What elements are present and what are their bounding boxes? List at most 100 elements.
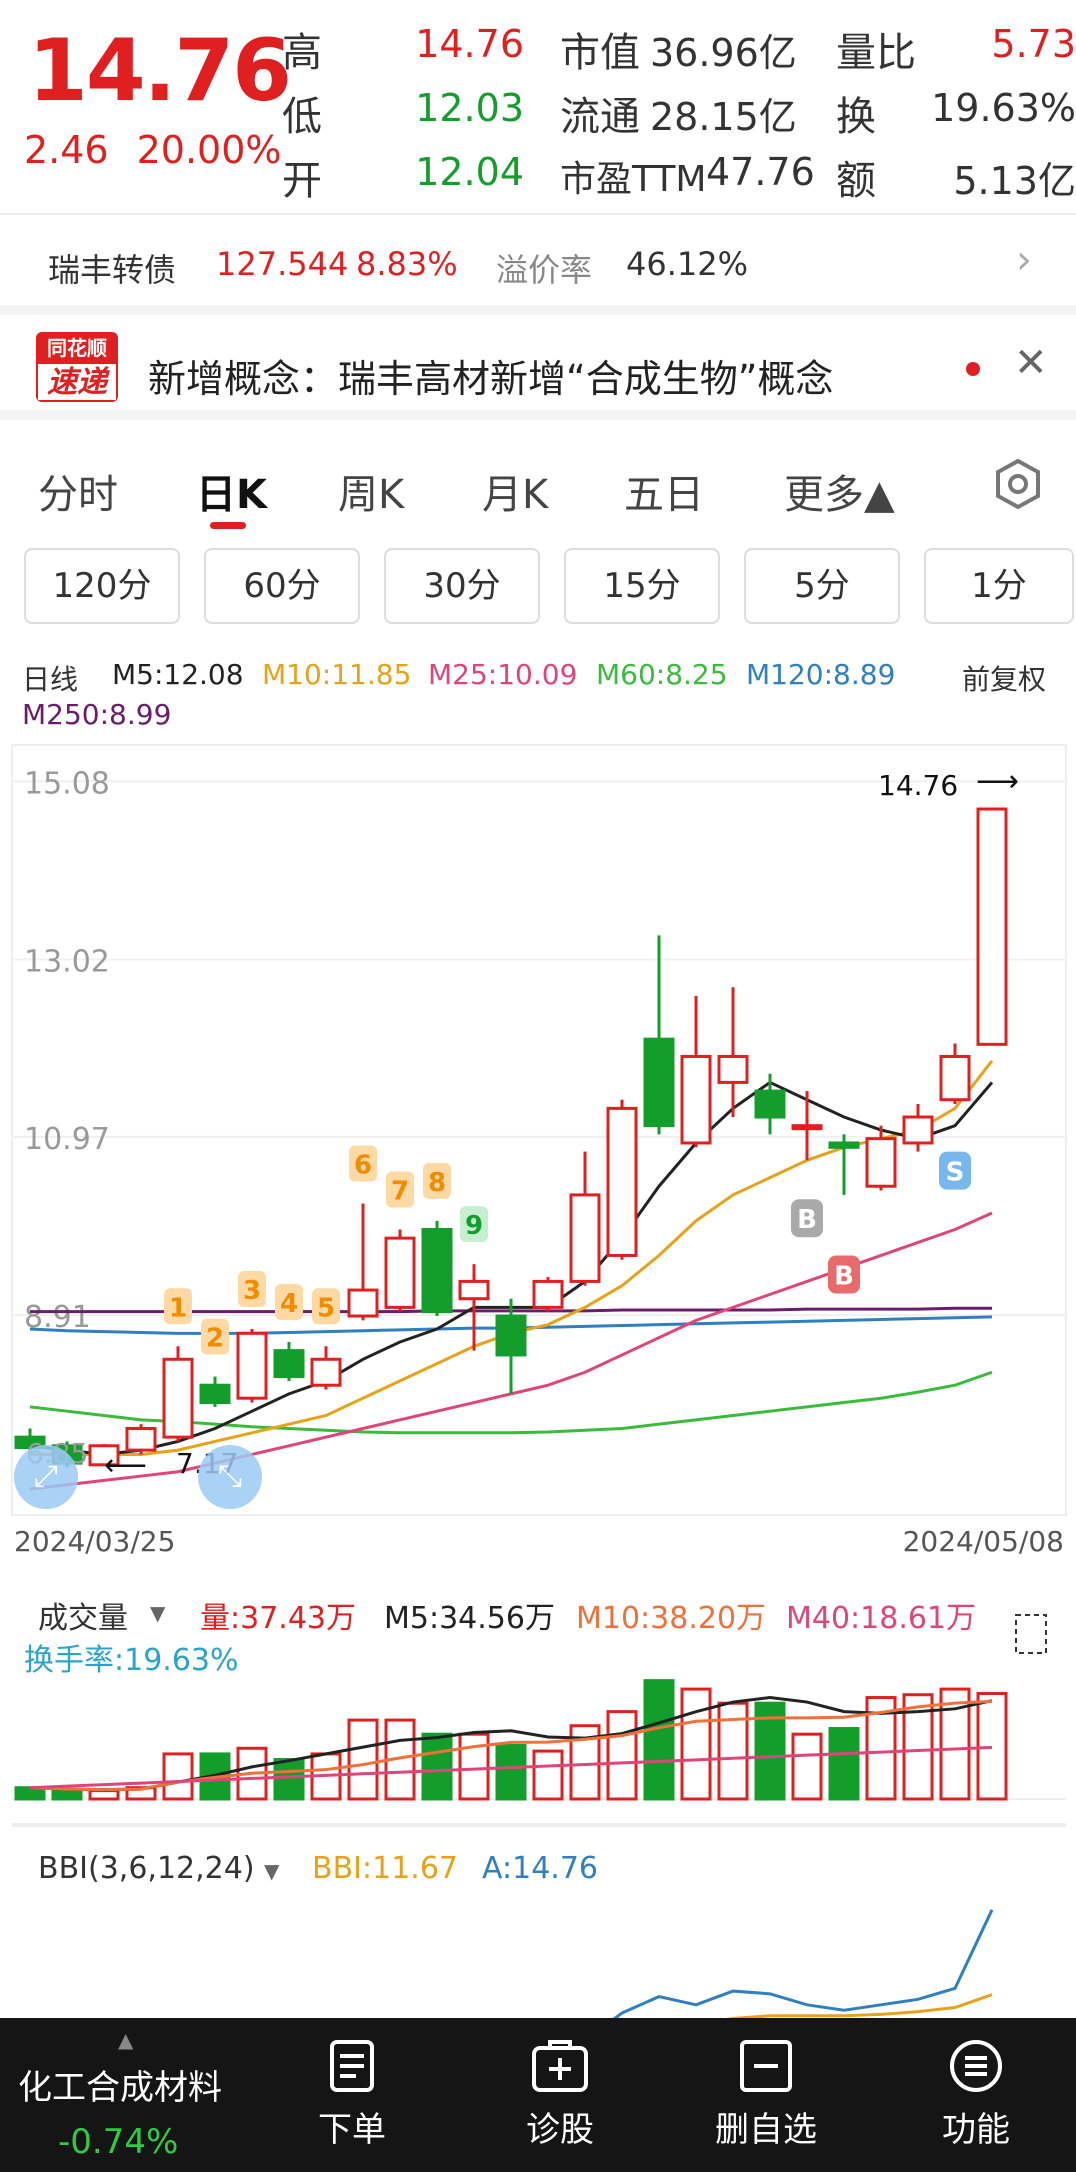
chart-tabs: 分时 日K 周K 月K 五日 更多▲ bbox=[0, 430, 1076, 530]
tab-weekly-k[interactable]: 周K bbox=[338, 462, 404, 520]
tab-monthly-k[interactable]: 月K bbox=[482, 462, 548, 520]
max-arrow-icon: ⟶ bbox=[976, 764, 1019, 799]
bond-pct: 8.83% bbox=[356, 245, 458, 283]
candle bbox=[310, 1357, 342, 1387]
volume-bar bbox=[643, 1679, 675, 1801]
tab-more[interactable]: 更多▲ bbox=[784, 462, 895, 520]
nav-diagnose-button[interactable]: 诊股 bbox=[490, 2038, 630, 2151]
dropdown-icon[interactable]: ▼ bbox=[150, 1601, 165, 1625]
tab-five-day[interactable]: 五日 bbox=[624, 462, 704, 520]
volume-m10: M10:38.20万 bbox=[576, 1601, 767, 1636]
volratio-value: 5.73 bbox=[991, 22, 1076, 66]
kline-chart[interactable]: 15.0813.0210.978.91123456789BBS14.76⟶⟵7.… bbox=[0, 735, 1076, 2086]
nav-function-button[interactable]: 功能 bbox=[906, 2038, 1046, 2151]
kline-chart-area[interactable]: 15.0813.0210.978.91123456789BBS14.76⟶⟵7.… bbox=[0, 735, 1076, 2086]
buy-marker-label: B bbox=[797, 1205, 817, 1235]
adjust-mode[interactable]: 前复权 bbox=[962, 658, 1046, 698]
candle bbox=[680, 1054, 712, 1145]
pe-label: 市盈TTM bbox=[560, 159, 707, 200]
candle bbox=[643, 1037, 675, 1128]
max-price-label: 14.76 bbox=[878, 769, 958, 802]
tab-intraday[interactable]: 分时 bbox=[38, 462, 118, 520]
convertible-bond-row[interactable]: 瑞丰转债 127.544 8.83% 溢价率 46.12% › bbox=[0, 215, 1076, 315]
volume-bar bbox=[791, 1732, 823, 1801]
sector-change: -0.74% bbox=[58, 2122, 179, 2162]
period-15min-button[interactable]: 15分 bbox=[564, 548, 720, 624]
period-60min-button[interactable]: 60分 bbox=[204, 548, 360, 624]
bbi-value: BBI:11.67 bbox=[312, 1851, 459, 1886]
candle bbox=[939, 1054, 971, 1102]
volume-bar bbox=[606, 1710, 638, 1801]
current-price: 14.76 bbox=[28, 21, 292, 121]
caret-up-icon[interactable]: ▲ bbox=[118, 2028, 133, 2052]
signal-label: 1 bbox=[169, 1293, 187, 1323]
candle bbox=[976, 807, 1008, 1046]
minus-square-icon bbox=[740, 2040, 792, 2092]
period-30min-button[interactable]: 30分 bbox=[384, 548, 540, 624]
quote-header: 14.76 2.46 20.00% 高 14.76 低 12.03 开 12.04… bbox=[0, 0, 1076, 215]
signal-label: 3 bbox=[243, 1276, 261, 1306]
change-amount: 2.46 bbox=[24, 128, 109, 172]
candle bbox=[458, 1279, 490, 1301]
volume-bar bbox=[347, 1718, 379, 1801]
buy-marker-label: B bbox=[834, 1261, 854, 1291]
period-120min-button[interactable]: 120分 bbox=[24, 548, 180, 624]
volume-title[interactable]: 成交量 bbox=[38, 1593, 128, 1637]
nav-remove-watchlist-label: 删自选 bbox=[715, 2110, 817, 2150]
open-label: 开 bbox=[282, 158, 322, 204]
candle bbox=[384, 1236, 416, 1309]
bbi-title[interactable]: BBI(3,6,12,24) bbox=[38, 1851, 255, 1886]
volume-m40: M40:18.61万 bbox=[786, 1601, 977, 1636]
pe-value: 47.76 bbox=[706, 150, 815, 194]
candle bbox=[125, 1426, 157, 1452]
tab-daily-k[interactable]: 日K bbox=[196, 462, 267, 520]
candle bbox=[717, 1054, 749, 1084]
signal-label: 6 bbox=[354, 1151, 372, 1181]
premium-label: 溢价率 bbox=[496, 251, 593, 289]
news-text: 新增概念：瑞丰高材新增“合成生物”概念 bbox=[148, 357, 834, 401]
candle bbox=[495, 1314, 527, 1357]
menu-circle-icon bbox=[950, 2040, 1002, 2092]
volume-bar bbox=[717, 1701, 749, 1801]
signal-label: 4 bbox=[280, 1289, 298, 1319]
signal-label: 5 bbox=[317, 1293, 335, 1323]
ma25-value: M25:10.09 bbox=[428, 658, 578, 691]
volume-bar bbox=[458, 1732, 490, 1801]
sector-name[interactable]: 化工合成材料 bbox=[18, 2060, 222, 2109]
nav-remove-watchlist-button[interactable]: 删自选 bbox=[696, 2038, 836, 2151]
ma10-value: M10:11.85 bbox=[262, 658, 412, 691]
nav-order-button[interactable]: 下单 bbox=[282, 2038, 422, 2151]
turnover-label: 换 bbox=[836, 94, 876, 140]
zoom-out-icon[interactable]: ⤡ bbox=[198, 1445, 262, 1509]
medical-kit-icon bbox=[532, 2040, 588, 2092]
price-change: 2.46 20.00% bbox=[24, 128, 282, 172]
candle bbox=[606, 1106, 638, 1257]
min-arrow-icon: ⟵ bbox=[104, 1448, 147, 1483]
high-label: 高 bbox=[282, 30, 322, 76]
bbi-dropdown-icon[interactable]: ▼ bbox=[264, 1859, 279, 1883]
x-start-date: 2024/03/25 bbox=[14, 1525, 175, 1558]
period-5min-button[interactable]: 5分 bbox=[744, 548, 900, 624]
bond-price: 127.544 bbox=[216, 245, 349, 283]
news-banner[interactable]: 同花顺 速递 新增概念：瑞丰高材新增“合成生物”概念 ✕ bbox=[0, 310, 1076, 420]
bottom-toolbar: ▲ 化工合成材料 -0.74% 下单 诊股 删自选 功能 bbox=[0, 2018, 1076, 2172]
period-1min-button[interactable]: 1分 bbox=[924, 548, 1074, 624]
y-tick-label: 13.02 bbox=[24, 945, 110, 980]
settings-hexagon-icon[interactable] bbox=[994, 458, 1042, 510]
mktcap-value: 36.96亿 bbox=[650, 31, 797, 75]
candle bbox=[236, 1331, 268, 1400]
candle bbox=[347, 1288, 379, 1318]
close-icon[interactable]: ✕ bbox=[1014, 340, 1048, 386]
turnover-rate: 换手率:19.63% bbox=[24, 1643, 239, 1678]
active-tab-indicator bbox=[210, 522, 246, 529]
ma5-value: M5:12.08 bbox=[112, 658, 244, 691]
volume-bar bbox=[495, 1743, 527, 1801]
change-percent: 20.00% bbox=[136, 128, 282, 172]
volume-value: 量:37.43万 bbox=[200, 1601, 356, 1636]
zoom-in-icon[interactable]: ⤢ bbox=[14, 1445, 78, 1509]
amount-value: 5.13亿 bbox=[953, 159, 1076, 203]
candle bbox=[199, 1383, 231, 1405]
volume-bar bbox=[273, 1758, 305, 1801]
amount-label: 额 bbox=[836, 158, 876, 204]
ma120-value: M120:8.89 bbox=[746, 658, 896, 691]
